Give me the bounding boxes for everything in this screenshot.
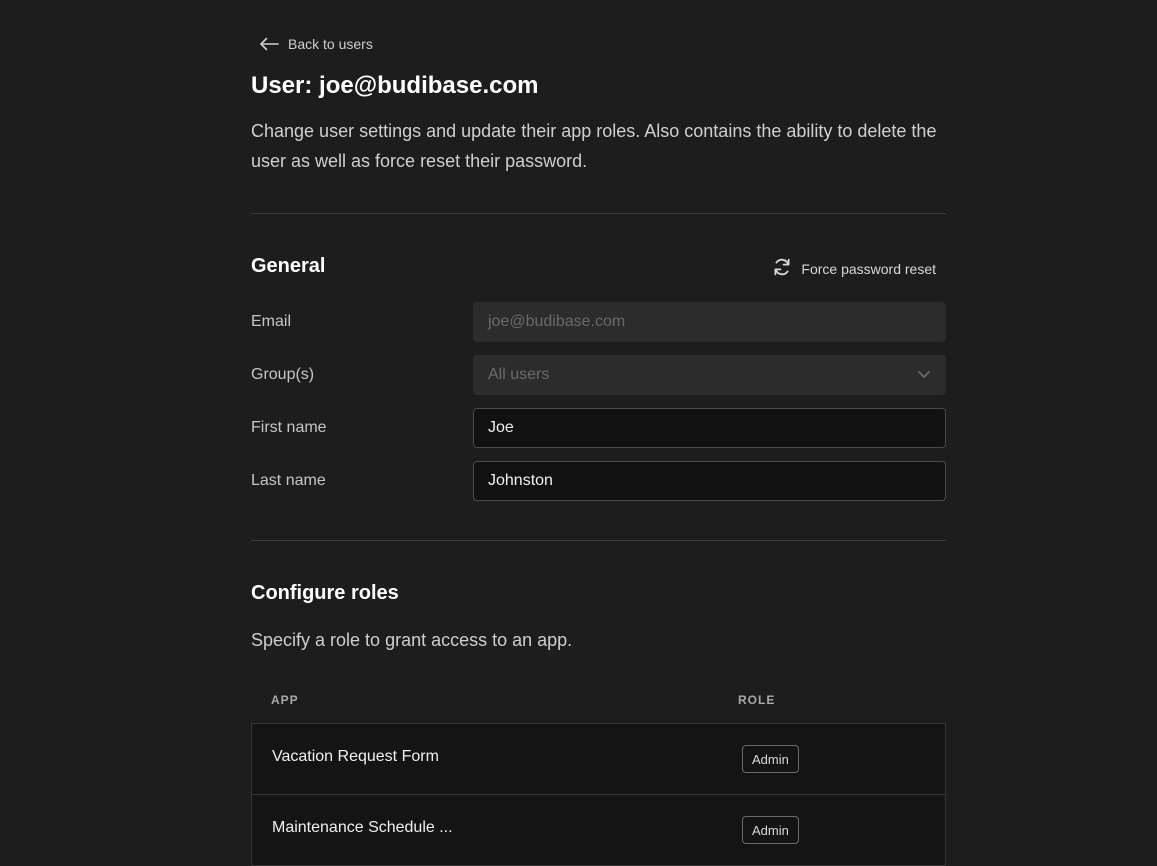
back-to-users-link[interactable]: Back to users [259,36,373,52]
first-name-label: First name [251,419,327,436]
email-label: Email [251,313,292,330]
section-divider [251,540,946,541]
configure-roles-title: Configure roles [251,582,399,604]
role-badge[interactable]: Admin [742,745,799,773]
section-divider [251,213,946,214]
force-password-reset-button[interactable]: Force password reset [772,257,936,280]
first-name-field[interactable]: Joe [473,408,946,448]
first-name-value: Joe [488,419,514,436]
email-field: joe@budibase.com [473,302,946,342]
general-section-title: General [251,255,326,277]
role-column-header: ROLE [738,693,776,707]
app-name: Maintenance Schedule ... [272,819,453,836]
refresh-icon [772,257,792,280]
table-row[interactable]: Maintenance Schedule ... Admin [252,795,945,866]
table-row[interactable]: Vacation Request Form Admin [252,724,945,795]
app-column-header: APP [271,693,299,707]
page-title: User: joe@budibase.com [251,72,539,99]
groups-select-value: All users [488,366,550,383]
groups-label: Group(s) [251,366,315,383]
last-name-field[interactable]: Johnston [473,461,946,501]
force-password-reset-label: Force password reset [801,260,936,277]
email-field-value: joe@budibase.com [488,313,626,330]
app-roles-table: Vacation Request Form Admin Maintenance … [251,723,946,866]
role-badge[interactable]: Admin [742,816,799,844]
back-link-label: Back to users [288,36,373,52]
last-name-value: Johnston [488,472,553,489]
app-name: Vacation Request Form [272,748,439,765]
configure-roles-description: Specify a role to grant access to an app… [251,630,573,650]
page-description: Change user settings and update their ap… [251,121,937,171]
last-name-label: Last name [251,472,326,489]
chevron-down-icon [917,366,931,384]
groups-select: All users [473,355,946,395]
arrow-left-icon [259,37,279,51]
